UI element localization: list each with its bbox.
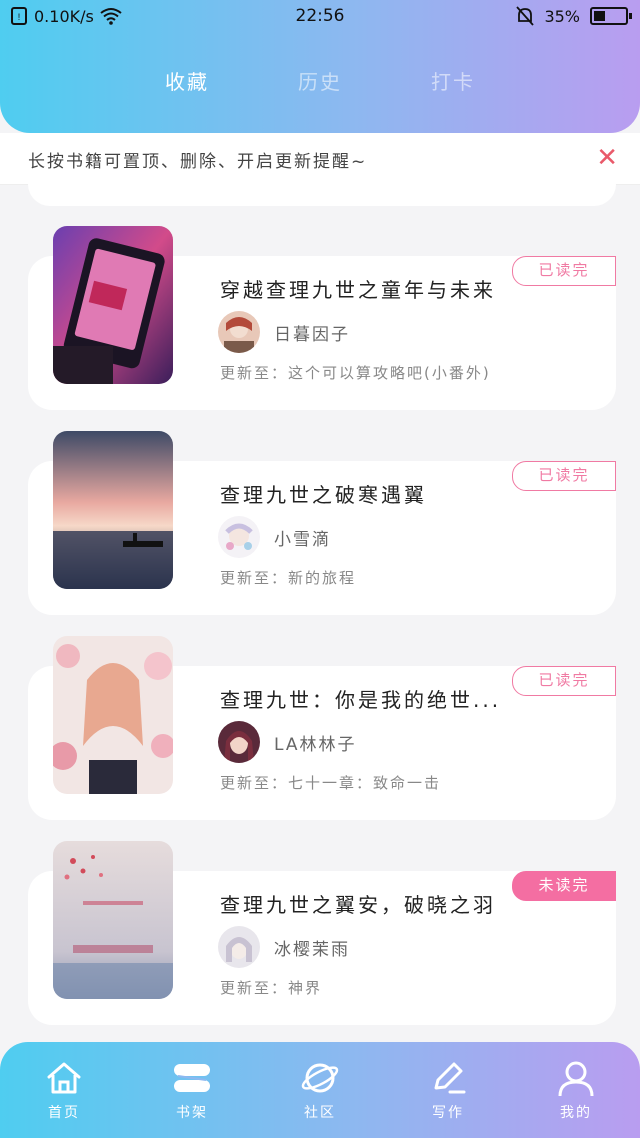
book-cover[interactable] — [53, 431, 173, 589]
home-icon — [47, 1062, 81, 1094]
avatar[interactable] — [218, 516, 260, 558]
status-bar: ! 0.10K/s 22:56 35% — [0, 0, 640, 34]
book-cover[interactable] — [53, 226, 173, 384]
battery-icon — [590, 7, 632, 25]
close-icon[interactable]: ✕ — [596, 143, 618, 173]
nav-bookshelf[interactable]: 书架 — [152, 1058, 232, 1122]
pen-icon — [434, 1062, 466, 1094]
avatar[interactable] — [218, 926, 260, 968]
book-title[interactable]: 查理九世之翼安，破晓之羽 — [220, 889, 496, 918]
tab-checkin[interactable]: 打卡 — [431, 66, 475, 95]
latest-chapter: 更新至：新的旅程 — [220, 569, 357, 587]
unread-status-badge: 未读完 — [512, 871, 616, 901]
author-row: 日暮因子 — [218, 311, 350, 353]
nav-label: 我的 — [560, 1105, 592, 1121]
author-name: 日暮因子 — [274, 324, 350, 345]
book-card[interactable]: 已读完 查理九世：你是我的绝世... LA林林子 更新至：七十一章：致命一击 — [28, 636, 616, 820]
latest-chapter: 更新至：神界 — [220, 979, 323, 997]
nav-label: 社区 — [304, 1105, 336, 1121]
bottom-navigation: 首页 书架 社区 写作 我的 — [0, 1042, 640, 1138]
mute-bell-icon — [516, 6, 535, 26]
book-cover[interactable] — [53, 636, 173, 794]
author-name: LA林林子 — [274, 734, 357, 755]
avatar[interactable] — [218, 721, 260, 763]
status-right: 35% — [516, 6, 632, 26]
author-row: 冰樱茉雨 — [218, 926, 350, 968]
book-title[interactable]: 查理九世：你是我的绝世... — [220, 684, 501, 713]
book-card[interactable]: 已读完 穿越查理九世之童年与未来 日暮因子 更新至：这个可以算攻略吧(小番外) — [28, 226, 616, 410]
planet-icon — [301, 1063, 339, 1093]
book-title[interactable]: 查理九世之破寒遇翼 — [220, 479, 427, 508]
header: ! 0.10K/s 22:56 35% 收藏 历史 打卡 — [0, 0, 640, 133]
tip-text: 长按书籍可置顶、删除、开启更新提醒~ — [28, 152, 368, 172]
book-title[interactable]: 穿越查理九世之童年与未来 — [220, 274, 496, 303]
nav-home[interactable]: 首页 — [24, 1058, 104, 1122]
latest-chapter: 更新至：七十一章：致命一击 — [220, 774, 442, 792]
tab-favorites[interactable]: 收藏 — [165, 66, 209, 95]
author-row: LA林林子 — [218, 721, 357, 763]
tab-history[interactable]: 历史 — [298, 66, 342, 95]
nav-write[interactable]: 写作 — [408, 1058, 488, 1122]
tab-bar: 收藏 历史 打卡 — [0, 66, 640, 102]
author-name: 小雪滴 — [274, 529, 331, 550]
book-card[interactable]: 未读完 查理九世之翼安，破晓之羽 冰樱茉雨 更新至：神界 — [28, 841, 616, 1025]
read-status-badge: 已读完 — [512, 256, 616, 286]
book-card[interactable]: 已读完 查理九世之破寒遇翼 小雪滴 更新至：新的旅程 — [28, 431, 616, 615]
tip-banner: 长按书籍可置顶、删除、开启更新提醒~ ✕ — [0, 133, 640, 185]
nav-community[interactable]: 社区 — [280, 1058, 360, 1122]
read-status-badge: 已读完 — [512, 461, 616, 491]
nav-me[interactable]: 我的 — [536, 1058, 616, 1122]
nav-label: 书架 — [176, 1105, 208, 1121]
latest-chapter: 更新至：这个可以算攻略吧(小番外) — [220, 364, 491, 382]
author-row: 小雪滴 — [218, 516, 331, 558]
user-icon — [558, 1061, 594, 1097]
nav-label: 首页 — [48, 1105, 80, 1121]
previous-card-edge — [28, 180, 616, 206]
avatar[interactable] — [218, 311, 260, 353]
read-status-badge: 已读完 — [512, 666, 616, 696]
book-cover[interactable] — [53, 841, 173, 999]
nav-label: 写作 — [432, 1105, 464, 1121]
bookshelf-icon — [174, 1064, 210, 1092]
battery-percent: 35% — [544, 6, 580, 26]
author-name: 冰樱茉雨 — [274, 939, 350, 960]
